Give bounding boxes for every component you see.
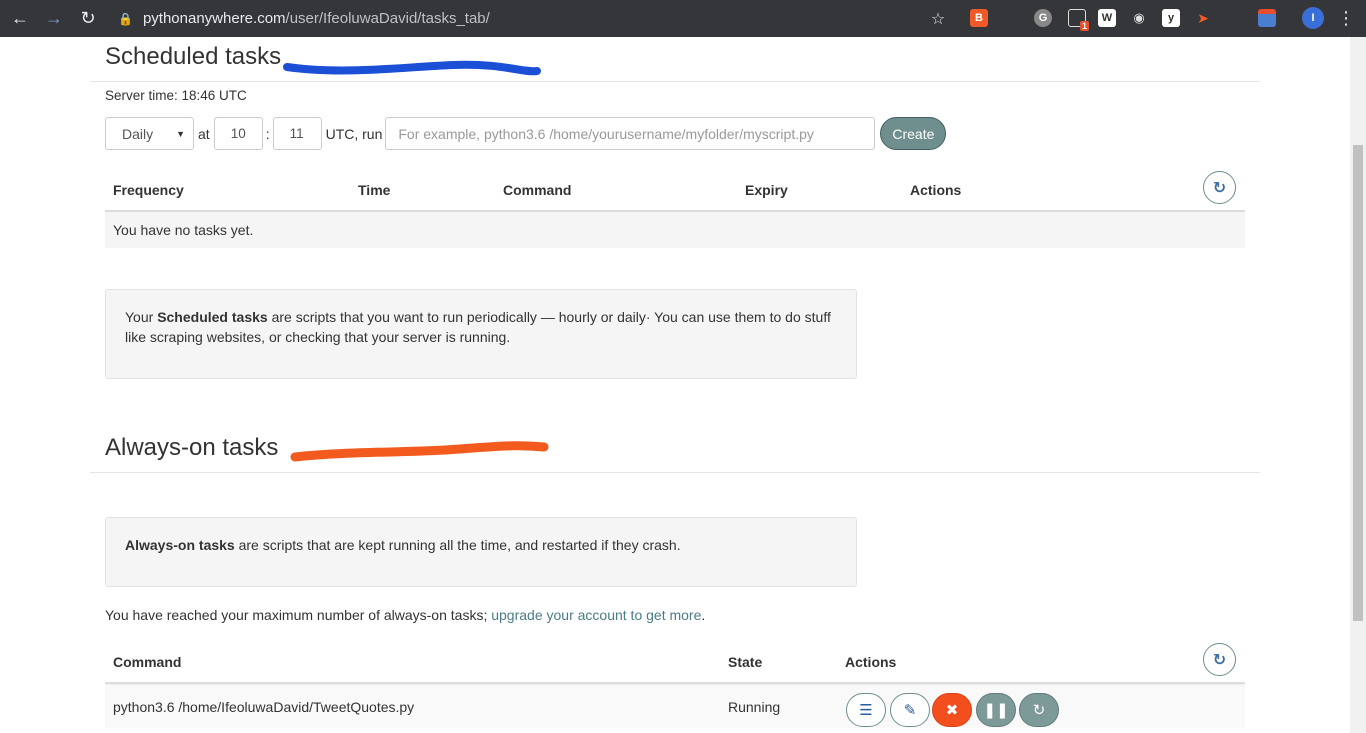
task-command: python3.6 /home/IfeoluwaDavid/TweetQuote… <box>113 699 415 715</box>
task-state: Running <box>728 699 781 715</box>
info-bold: Always-on tasks <box>125 537 235 553</box>
pause-button[interactable]: ❚❚ <box>976 693 1016 727</box>
info-prefix: Your <box>125 309 158 325</box>
column-frequency: Frequency <box>113 182 184 198</box>
bookmark-star-icon[interactable]: ☆ <box>922 0 954 37</box>
empty-row: You have no tasks yet. <box>105 212 1245 248</box>
scheduled-tasks-title: Scheduled tasks <box>105 43 282 70</box>
create-button[interactable]: Create <box>880 117 947 150</box>
url-host: pythonanywhere.com <box>142 10 286 27</box>
frequency-value: Daily <box>122 125 154 142</box>
orange-scribble <box>290 441 549 462</box>
close-icon: ✖ <box>945 702 959 719</box>
info-text: are scripts that are kept running all th… <box>234 537 681 553</box>
column-expiry: Expiry <box>745 182 788 198</box>
scheduled-info-box: Your Scheduled tasks are scripts that yo… <box>105 289 857 379</box>
column-actions: Actions <box>910 182 962 198</box>
browser-toolbar: ← → ↻ 🔒 pythonanywhere.com/user/Ifeoluwa… <box>0 0 1366 37</box>
wikipedia-extension-icon[interactable]: W <box>1098 9 1116 27</box>
table-header: Command State Actions ↻ <box>105 639 1245 684</box>
delete-button[interactable]: ✖ <box>932 693 972 727</box>
minute-input[interactable]: 11 <box>272 117 322 150</box>
edit-icon: ✎ <box>903 702 917 719</box>
column-state: State <box>728 654 763 670</box>
profile-avatar[interactable]: I <box>1302 7 1324 29</box>
hour-input[interactable]: 10 <box>213 117 263 150</box>
table-row: python3.6 /home/IfeoluwaDavid/TweetQuote… <box>105 684 1245 728</box>
command-input[interactable]: For example, python3.6 /home/yourusernam… <box>385 117 876 150</box>
pause-icon: ❚❚ <box>983 702 1009 719</box>
info-bold: Scheduled tasks <box>157 309 268 325</box>
max-note-prefix: You have reached your maximum number of … <box>105 607 492 623</box>
restart-icon: ↻ <box>1032 702 1046 719</box>
menu-icon[interactable]: ⋮ <box>1330 0 1362 37</box>
column-actions: Actions <box>845 654 897 670</box>
address-bar[interactable]: 🔒 pythonanywhere.com/user/IfeoluwaDavid/… <box>118 0 490 37</box>
arrow-extension-icon[interactable]: ➤ <box>1194 9 1212 27</box>
page-content: Scheduled tasks Server time: 18:46 UTC D… <box>0 37 1350 733</box>
url-path: /user/IfeoluwaDavid/tasks_tab/ <box>285 10 490 27</box>
max-tasks-note: You have reached your maximum number of … <box>105 607 705 623</box>
extension-badge: 1 <box>1079 21 1089 31</box>
always-on-table: Command State Actions ↻ python3.6 /home/… <box>105 639 1245 728</box>
view-log-button[interactable]: ☰ <box>846 693 886 727</box>
scrollbar-thumb[interactable] <box>1353 145 1363 621</box>
scrollbar[interactable] <box>1350 37 1366 733</box>
grammarly-extension-icon[interactable]: G <box>1034 9 1052 27</box>
caret-down-icon: ▼ <box>176 128 185 139</box>
column-command: Command <box>503 182 572 198</box>
table-header: Frequency Time Command Expiry Actions ↻ <box>105 167 1245 212</box>
back-icon[interactable]: ← <box>4 0 36 37</box>
list-icon: ☰ <box>859 702 873 719</box>
yoast-extension-icon[interactable]: y <box>1162 9 1180 27</box>
blue-scribble <box>283 60 541 76</box>
always-on-title: Always-on tasks <box>105 434 279 461</box>
column-time: Time <box>358 182 391 198</box>
server-time: Server time: 18:46 UTC <box>105 88 247 103</box>
divider <box>90 472 1260 473</box>
edit-button[interactable]: ✎ <box>890 693 930 727</box>
scheduled-tasks-table: Frequency Time Command Expiry Actions ↻ … <box>105 167 1245 248</box>
flag-extension-icon[interactable] <box>1258 9 1276 27</box>
lock-icon: 🔒 <box>118 11 133 26</box>
forward-icon[interactable]: → <box>38 0 70 37</box>
restart-button[interactable]: ↻ <box>1019 693 1059 727</box>
max-note-suffix: . <box>701 607 706 623</box>
colon-label: : <box>265 125 270 142</box>
utc-run-label: UTC, run <box>325 125 383 142</box>
refresh-icon[interactable]: ↻ <box>1203 171 1236 204</box>
reload-icon[interactable]: ↻ <box>72 0 104 37</box>
column-command: Command <box>113 654 182 670</box>
frequency-select[interactable]: Daily ▼ <box>105 117 194 150</box>
camera-extension-icon[interactable]: ◉ <box>1130 9 1148 27</box>
divider <box>90 81 1260 82</box>
brave-extension-icon[interactable]: B <box>970 9 988 27</box>
upgrade-link[interactable]: upgrade your account to get more <box>491 607 701 623</box>
always-on-info-box: Always-on tasks are scripts that are kep… <box>105 517 857 587</box>
refresh-icon[interactable]: ↻ <box>1203 643 1236 676</box>
at-label: at <box>198 125 210 142</box>
extension-icon[interactable]: 1 <box>1068 9 1089 31</box>
create-task-form: Daily ▼ at 10 : 11 UTC, run For example,… <box>105 117 947 150</box>
